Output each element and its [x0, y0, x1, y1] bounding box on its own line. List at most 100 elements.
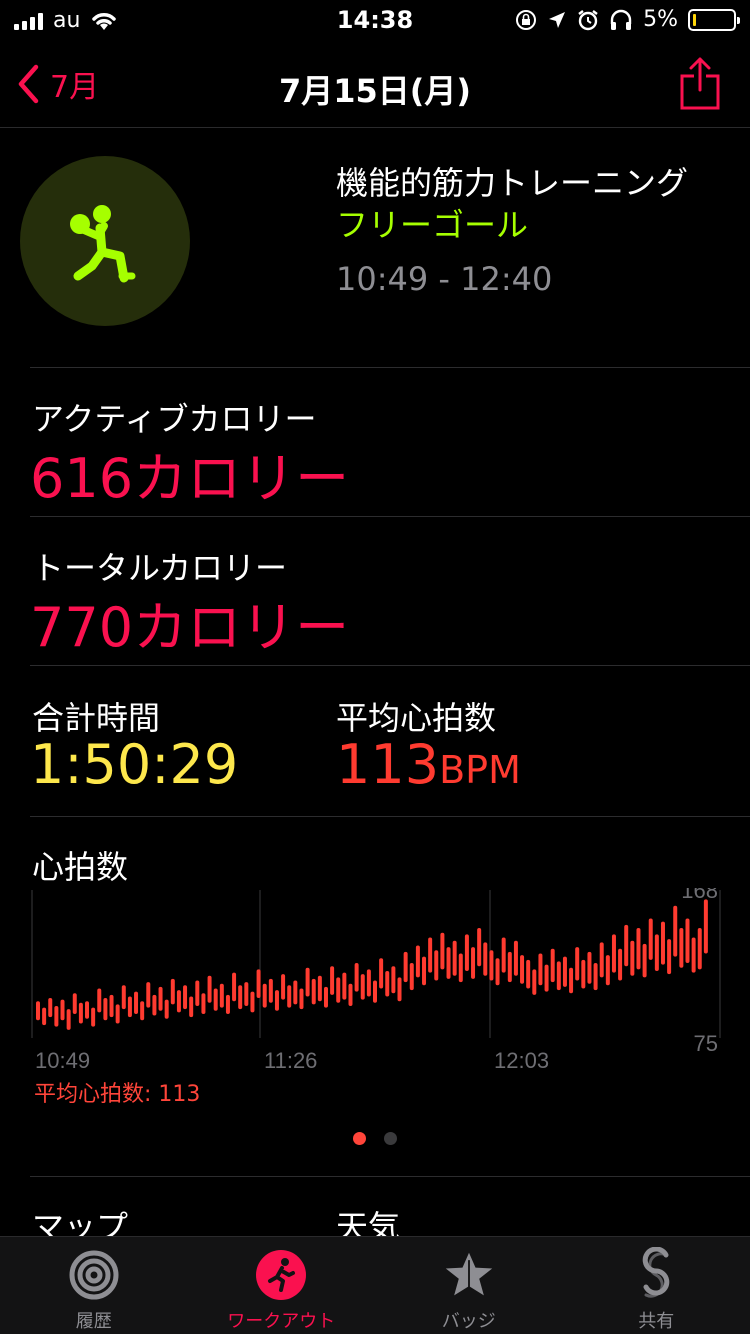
heart-rate-bar: [109, 994, 114, 1018]
heart-rate-bar: [434, 950, 439, 981]
heart-rate-bar: [164, 999, 169, 1019]
heart-rate-bar: [507, 951, 512, 983]
divider: [30, 1176, 750, 1177]
heart-rate-bar: [495, 958, 500, 986]
page-dot-2[interactable]: [384, 1132, 397, 1145]
heart-rate-bar: [293, 980, 298, 1005]
active-calories-value: 616カロリー: [30, 447, 350, 510]
share-button[interactable]: [680, 56, 720, 114]
heart-rate-bar: [618, 948, 623, 981]
heart-rate-bar: [201, 993, 206, 1014]
heart-rate-bar: [305, 967, 310, 997]
heart-rate-bar: [697, 928, 702, 970]
page-title: 7月15日(月): [278, 72, 472, 110]
heart-rate-bar: [581, 959, 586, 989]
heart-rate-bar: [679, 928, 684, 968]
heart-rate-bar: [562, 956, 567, 987]
battery-percent: 5%: [643, 7, 678, 32]
heart-rate-bar: [513, 940, 518, 976]
heart-rate-bar: [550, 948, 555, 983]
avg-heart-rate-number: 113: [336, 733, 440, 796]
tab-label: バッジ: [441, 1311, 496, 1332]
heart-rate-bar: [501, 937, 506, 973]
heart-rate-bar: [452, 940, 457, 976]
heart-rate-bar: [256, 969, 261, 999]
heart-rate-bar: [685, 918, 690, 964]
heart-rate-bar: [483, 942, 488, 976]
heart-rate-bar: [127, 996, 132, 1018]
badge-star-icon: [445, 1252, 492, 1296]
heart-rate-bar: [342, 972, 347, 1000]
heart-rate-bar: [422, 956, 427, 986]
heart-rate-bar: [599, 942, 604, 978]
alarm-clock-icon: [578, 9, 598, 30]
heart-rate-bar: [477, 928, 482, 967]
activity-rings-icon: [69, 1250, 119, 1300]
heart-rate-bar: [538, 953, 543, 986]
heart-rate-bar: [97, 988, 102, 1013]
page-indicator[interactable]: [0, 1132, 750, 1145]
heart-rate-bar: [189, 996, 194, 1018]
heart-rate-bar: [569, 967, 574, 994]
heart-rate-bar: [232, 972, 237, 1002]
heart-rate-bar: [213, 988, 218, 1011]
avg-heart-rate-value: 113BPM: [336, 733, 521, 796]
heart-rate-bar: [642, 943, 647, 978]
running-figure-icon: [256, 1250, 307, 1300]
heart-rate-bar: [385, 970, 390, 997]
heart-rate-bar: [85, 1001, 90, 1019]
heart-rate-bar: [36, 1001, 40, 1021]
heart-rate-bar: [409, 963, 414, 991]
workout-time-range: 10:49 - 12:40: [336, 260, 553, 298]
heart-rate-bar: [673, 905, 678, 957]
heart-rate-bar: [134, 991, 139, 1014]
tab-sharing[interactable]: 共有: [563, 1237, 750, 1334]
sharing-icon: [642, 1247, 670, 1298]
navigation-bar: 7月 7月15日(月): [0, 40, 750, 128]
chart-x-tick-label: 11:26: [264, 1048, 317, 1073]
heart-rate-bar: [526, 959, 531, 989]
functional-strength-figure-icon: [70, 205, 136, 283]
total-calories-value: 770カロリー: [30, 596, 350, 659]
heart-rate-bar: [446, 947, 451, 979]
tab-workouts[interactable]: ワークアウト: [188, 1237, 376, 1334]
heart-rate-bar: [54, 1005, 59, 1027]
heart-rate-chart[interactable]: 10:49 11:26 12:03 168 75: [30, 888, 730, 1088]
heart-rate-bar: [458, 953, 463, 983]
heart-rate-bar: [78, 1002, 83, 1024]
tab-badges[interactable]: バッジ: [375, 1237, 563, 1334]
heart-rate-bar: [225, 994, 230, 1014]
heart-rate-bar: [520, 955, 525, 984]
heart-rate-bar: [428, 937, 433, 973]
heart-rate-bar: [654, 934, 659, 971]
heart-rate-bar: [115, 1004, 120, 1024]
heart-rate-bar: [605, 955, 610, 986]
heart-rate-bar: [532, 969, 537, 995]
heart-rate-bar: [311, 978, 316, 1005]
tab-history[interactable]: 履歴: [0, 1237, 188, 1334]
tab-label: 履歴: [75, 1311, 112, 1332]
heart-rate-bar: [103, 998, 108, 1021]
page-dot-1[interactable]: [353, 1132, 366, 1145]
headphones-icon: [610, 9, 632, 30]
heart-rate-bar: [587, 951, 592, 984]
heart-rate-bar: [60, 999, 65, 1021]
heart-rate-bar: [91, 1007, 96, 1027]
heart-rate-bar: [691, 937, 696, 973]
avg-heart-rate-unit: BPM: [439, 748, 521, 792]
heart-rate-bar: [274, 990, 279, 1011]
heart-rate-bar: [660, 921, 665, 965]
heart-rate-bar: [219, 983, 224, 1008]
heart-rate-bar: [72, 993, 77, 1014]
heart-rate-bar: [330, 966, 335, 995]
heart-rate-bar: [140, 1001, 145, 1021]
heart-rate-bar: [238, 985, 243, 1010]
heart-rate-bar: [158, 986, 163, 1011]
heart-rate-bar: [630, 940, 635, 976]
workout-goal: フリーゴール: [336, 206, 529, 244]
heart-rate-bar: [354, 963, 359, 992]
heart-rate-avg-label: 平均心拍数: 113: [34, 1082, 201, 1107]
heart-rate-bar: [611, 934, 616, 973]
heart-rate-bar: [489, 950, 494, 981]
heart-rate-bar: [544, 964, 549, 992]
